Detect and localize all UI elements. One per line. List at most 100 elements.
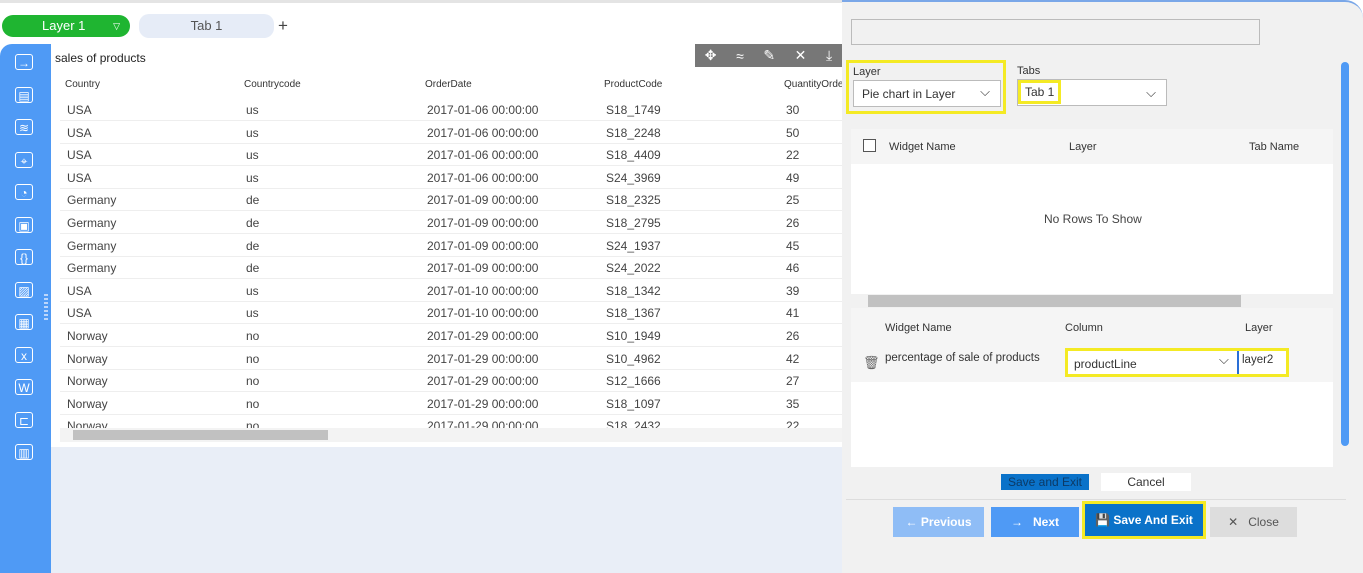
- trash-icon[interactable]: 🗑: [863, 355, 880, 371]
- table-row[interactable]: USA us 2017-01-06 00:00:00 S18_1749 30: [60, 99, 842, 121]
- horizontal-scrollbar[interactable]: [60, 428, 842, 442]
- settings-panel: Layer Pie chart in Layer ⌵ Tabs Tab 1 ⌵ Wi…: [842, 0, 1363, 573]
- download-icon[interactable]: ⤓: [826, 47, 832, 64]
- table-cell: de: [246, 216, 260, 230]
- table-cell: Germany: [67, 238, 117, 253]
- row-widget-name: percentage of sale of products: [885, 352, 1040, 364]
- image-chart-icon[interactable]: ▨: [15, 281, 33, 298]
- table-cell: de: [246, 238, 260, 253]
- tab-1[interactable]: Tab 1: [139, 14, 274, 38]
- col-layer: Layer: [1245, 322, 1273, 334]
- save-icon: 💾: [1095, 513, 1110, 527]
- col-widget-name: Widget Name: [885, 322, 952, 334]
- table-row[interactable]: Norway no 2017-01-29 00:00:00 S18_1097 35: [60, 393, 842, 415]
- table-row[interactable]: USA us 2017-01-10 00:00:00 S18_1367 41: [60, 302, 842, 325]
- chevron-down-icon: ⌵: [980, 84, 990, 99]
- save-and-exit-link[interactable]: Save and Exit: [1001, 474, 1089, 490]
- scroll-thumb[interactable]: [73, 430, 328, 440]
- add-tab-button[interactable]: +: [278, 16, 288, 36]
- column-header[interactable]: Country: [65, 79, 100, 90]
- table-cell: S18_1097: [606, 396, 661, 411]
- widget-title: sales of products: [55, 51, 146, 65]
- table-cell: us: [246, 306, 259, 321]
- table-row[interactable]: Germany de 2017-01-09 00:00:00 S24_1937 45: [60, 235, 842, 257]
- table-cell: 25: [786, 193, 800, 208]
- table-cell: S18_2325: [606, 193, 661, 208]
- table-cell: 45: [786, 238, 800, 253]
- grid-horizontal-scrollbar[interactable]: [851, 294, 1333, 308]
- table-icon[interactable]: ▤: [15, 86, 33, 103]
- vertical-scrollbar[interactable]: [1341, 62, 1349, 446]
- word-icon[interactable]: W: [15, 379, 33, 395]
- caret-down-icon: ▽: [113, 21, 120, 31]
- table-cell: Norway: [67, 374, 108, 389]
- table-cell: 2017-01-29 00:00:00: [427, 351, 539, 366]
- table-row[interactable]: USA us 2017-01-06 00:00:00 S18_2248 50: [60, 122, 842, 144]
- table-cell: USA: [67, 306, 92, 321]
- save-and-exit-button[interactable]: 💾 Save And Exit: [1082, 501, 1206, 539]
- table-row[interactable]: Norway no 2017-01-29 00:00:00 S10_4962 42: [60, 348, 842, 370]
- move-icon[interactable]: ✥: [705, 47, 717, 64]
- braces-icon[interactable]: {}: [15, 249, 33, 265]
- column-select[interactable]: productLine ⌵ layer2: [1065, 348, 1289, 377]
- table-cell: us: [246, 148, 259, 163]
- table-cell: us: [246, 103, 259, 117]
- close-button[interactable]: ✕ Close: [1210, 507, 1297, 537]
- tree-icon[interactable]: ⊏: [15, 411, 33, 428]
- table-cell: USA: [67, 283, 92, 298]
- table-cell: 2017-01-06 00:00:00: [427, 148, 539, 163]
- name-input[interactable]: [851, 19, 1260, 45]
- previous-button[interactable]: ← Previous: [893, 507, 984, 537]
- table-cell: S18_1342: [606, 283, 661, 298]
- widget-toolbar: ✥ ≈ ✎ ✕ ⤓: [695, 44, 842, 67]
- table-row[interactable]: USA us 2017-01-10 00:00:00 S18_1342 39: [60, 280, 842, 302]
- table-cell: Germany: [67, 193, 117, 208]
- map-icon[interactable]: ⌖: [15, 151, 33, 168]
- layer-select[interactable]: Pie chart in Layer ⌵: [853, 80, 1001, 107]
- table-cell: S24_1937: [606, 238, 661, 253]
- sign-in-icon[interactable]: →: [15, 54, 33, 70]
- top-bar: Layer 1 ▽ Tab 1 +: [0, 0, 842, 44]
- column-header[interactable]: Countrycode: [244, 79, 301, 90]
- table-row[interactable]: Norway no 2017-01-29 00:00:00 S10_1949 26: [60, 325, 842, 347]
- excel-icon[interactable]: x: [15, 346, 33, 363]
- table-cell: 26: [786, 329, 800, 343]
- column-header[interactable]: QuantityOrde: [784, 79, 843, 90]
- column-header[interactable]: OrderDate: [425, 79, 472, 90]
- table-row[interactable]: Germany de 2017-01-09 00:00:00 S18_2795 26: [60, 212, 842, 234]
- table-cell: Norway: [67, 329, 108, 343]
- table-row[interactable]: USA us 2017-01-06 00:00:00 S18_4409 22: [60, 144, 842, 167]
- table-cell: no: [246, 396, 260, 411]
- tabs-select[interactable]: Tab 1 ⌵: [1017, 79, 1167, 106]
- table-cell: 2017-01-09 00:00:00: [427, 261, 539, 276]
- tools-icon[interactable]: ✕: [795, 47, 807, 64]
- next-button[interactable]: → Next: [991, 507, 1079, 537]
- table-row[interactable]: USA us 2017-01-06 00:00:00 S24_3969 49: [60, 167, 842, 189]
- cancel-button[interactable]: Cancel: [1101, 473, 1191, 491]
- chart-icon[interactable]: ≋: [15, 119, 33, 135]
- table-cell: USA: [67, 125, 92, 140]
- table-cell: S18_2795: [606, 216, 661, 230]
- table-cell: 50: [786, 125, 800, 140]
- edit-icon[interactable]: ✎: [763, 47, 775, 64]
- layout-icon[interactable]: ▦: [15, 314, 33, 330]
- bar-chart-icon[interactable]: ▥: [15, 444, 33, 460]
- widgets-grid-body: No Rows To Show: [851, 164, 1333, 294]
- layer-selector[interactable]: Layer 1 ▽: [2, 15, 130, 37]
- table-row[interactable]: Germany de 2017-01-09 00:00:00 S18_2325 25: [60, 189, 842, 212]
- chevron-down-icon: ⌵: [1146, 85, 1156, 100]
- table-cell: Norway: [67, 351, 108, 366]
- table-cell: S10_4962: [606, 351, 661, 366]
- id-card-icon[interactable]: ▣: [15, 216, 33, 233]
- layer-field: Layer Pie chart in Layer ⌵: [846, 60, 1006, 114]
- table-row[interactable]: Germany de 2017-01-09 00:00:00 S24_2022 46: [60, 257, 842, 280]
- table-row[interactable]: Norway no 2017-01-29 00:00:00 S12_1666 27: [60, 370, 842, 393]
- table-cell: no: [246, 329, 260, 343]
- link-icon[interactable]: ≈: [736, 48, 744, 64]
- table-cell: 2017-01-06 00:00:00: [427, 103, 539, 117]
- table-cell: 2017-01-09 00:00:00: [427, 216, 539, 230]
- resize-handle[interactable]: [44, 294, 48, 322]
- document-icon[interactable]: ◔: [15, 184, 33, 200]
- select-all-checkbox[interactable]: [863, 139, 876, 152]
- column-header[interactable]: ProductCode: [604, 79, 662, 90]
